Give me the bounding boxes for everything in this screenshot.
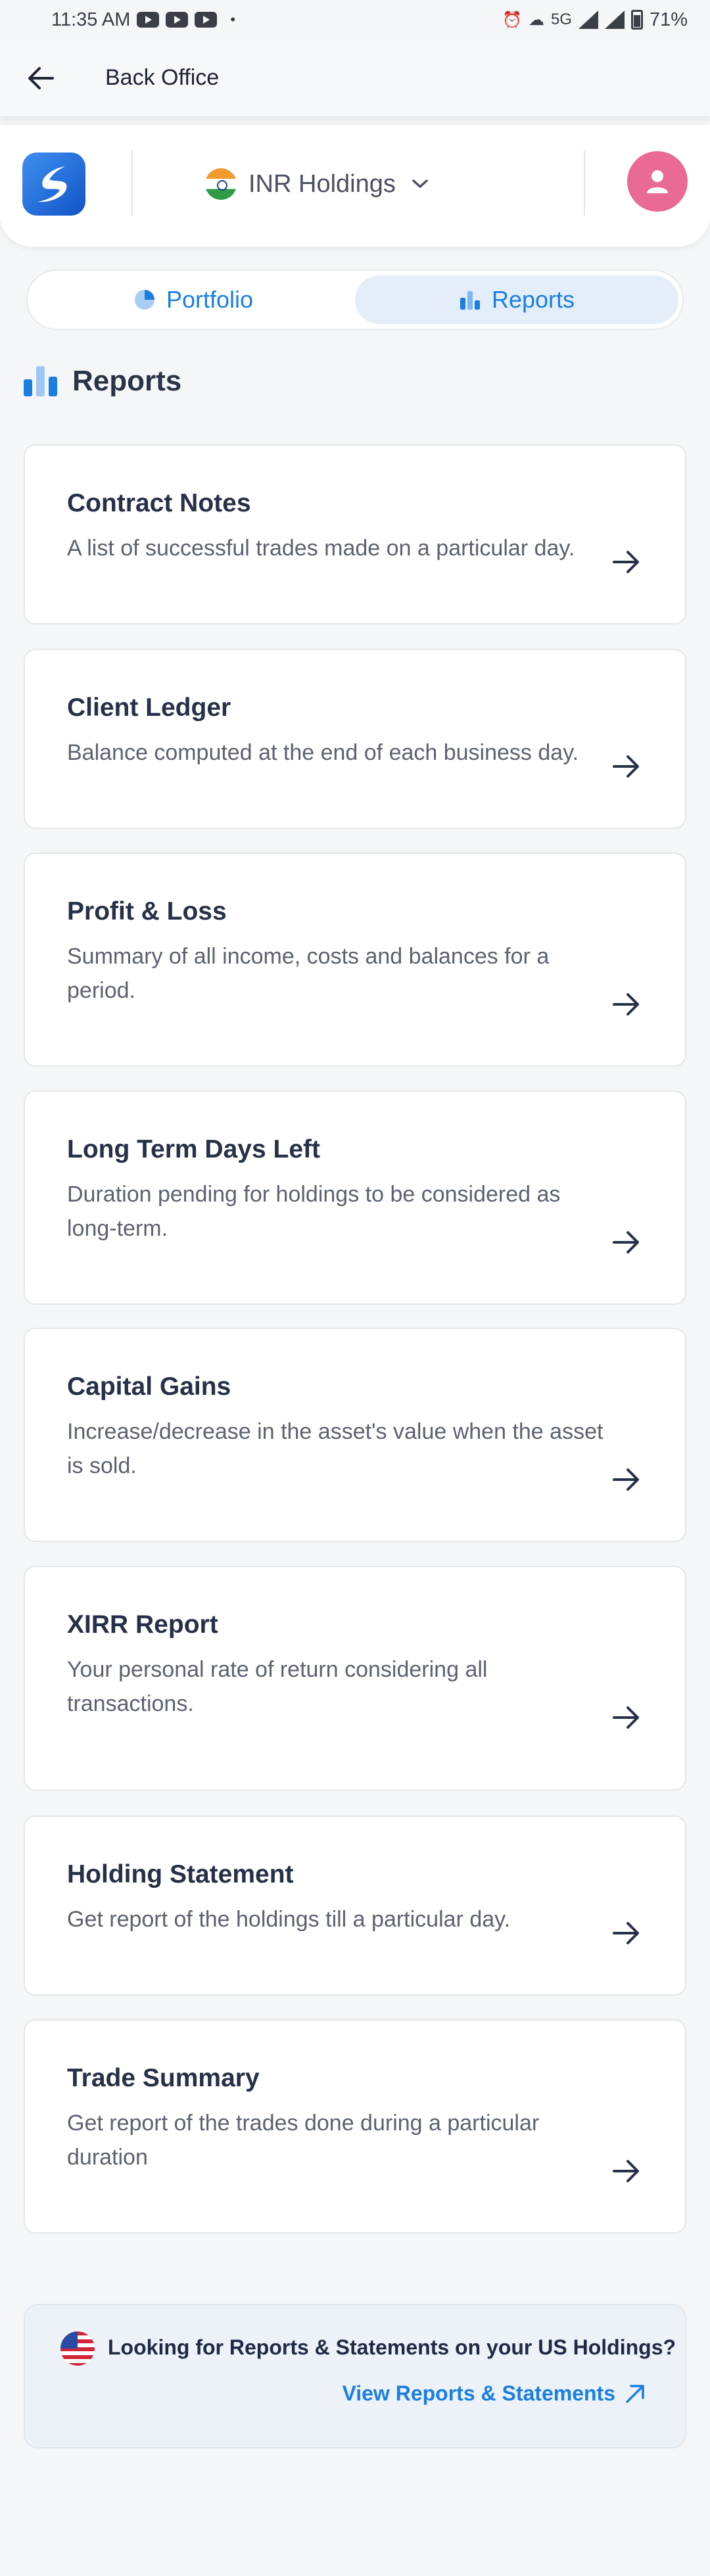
section-heading: Reports [24, 365, 181, 398]
header-divider [131, 150, 133, 216]
bar-chart-icon [460, 291, 480, 310]
alarm-icon: ⏰ [502, 11, 522, 29]
report-title: Long Term Days Left [67, 1135, 320, 1163]
holdings-label: INR Holdings [248, 170, 396, 198]
report-title: Trade Summary [67, 2064, 260, 2092]
tab-label: Portfolio [166, 286, 254, 313]
tab-portfolio[interactable]: Portfolio [32, 275, 355, 324]
arrow-right-icon [613, 993, 639, 1016]
report-title: Capital Gains [67, 1372, 231, 1401]
us-flag-icon [60, 2331, 95, 2366]
youtube-notification-icon [166, 12, 189, 28]
report-card-profit-loss[interactable]: Profit & Loss Summary of all income, cos… [24, 853, 686, 1067]
arrow-right-icon [613, 1468, 639, 1491]
network-type-label: 5G [550, 11, 572, 28]
report-card-client-ledger[interactable]: Client Ledger Balance computed at the en… [24, 649, 686, 829]
us-holdings-banner: Looking for Reports & Statements on your… [24, 2304, 686, 2448]
youtube-notification-icon [137, 12, 160, 28]
report-card-trade-summary[interactable]: Trade Summary Get report of the trades d… [24, 2019, 686, 2234]
status-time: 11:35 AM [51, 9, 131, 30]
arrow-right-icon [613, 755, 639, 778]
report-description: Get report of the trades done during a p… [67, 2111, 540, 2170]
header-card: INR Holdings [0, 125, 710, 246]
report-title: Contract Notes [67, 489, 251, 517]
report-description: Duration pending for holdings to be cons… [67, 1182, 561, 1241]
battery-level: 71% [649, 9, 688, 30]
holdings-dropdown[interactable]: INR Holdings [205, 163, 429, 205]
back-arrow-icon[interactable] [21, 59, 60, 98]
arrow-right-icon [613, 1706, 639, 1729]
report-card-holding-statement[interactable]: Holding Statement Get report of the hold… [24, 1815, 686, 1996]
signal-strength-icon [578, 11, 598, 29]
report-title: XIRR Report [67, 1610, 218, 1639]
india-flag-icon [205, 168, 237, 200]
arrow-right-icon [613, 551, 639, 573]
tab-reports[interactable]: Reports [355, 275, 678, 324]
us-banner-text: Looking for Reports & Statements on your… [108, 2335, 676, 2359]
report-card-long-term-days-left[interactable]: Long Term Days Left Duration pending for… [24, 1090, 686, 1305]
chevron-down-icon [412, 179, 428, 188]
tab-bar: Portfolio Reports [26, 269, 684, 330]
youtube-notification-icon [195, 12, 218, 28]
bar-chart-icon [24, 366, 57, 396]
status-bar: 11:35 AM • ⏰ ☁ 5G 71% [0, 0, 710, 39]
signal-strength-icon [604, 11, 625, 29]
report-description: Get report of the holdings till a partic… [67, 1907, 511, 1932]
report-description: Balance computed at the end of each busi… [67, 740, 579, 765]
page: 11:35 AM • ⏰ ☁ 5G 71% Back Office INR Ho… [0, 0, 710, 2576]
report-description: A list of successful trades made on a pa… [67, 536, 575, 561]
section-title: Reports [72, 365, 182, 397]
arrow-right-icon [613, 1922, 639, 1944]
view-reports-statements-link[interactable]: View Reports & Statements [342, 2381, 646, 2406]
report-card-capital-gains[interactable]: Capital Gains Increase/decrease in the a… [24, 1328, 686, 1542]
report-description: Increase/decrease in the asset's value w… [67, 1419, 604, 1478]
report-card-xirr-report[interactable]: XIRR Report Your personal rate of return… [24, 1566, 686, 1791]
report-title: Client Ledger [67, 693, 231, 722]
header-divider [584, 150, 585, 216]
page-title: Back Office [105, 65, 220, 90]
arrow-up-right-icon [626, 2384, 644, 2403]
report-description: Your personal rate of return considering… [67, 1657, 488, 1716]
pie-chart-icon [134, 290, 154, 310]
report-card-contract-notes[interactable]: Contract Notes A list of successful trad… [24, 444, 686, 624]
report-title: Profit & Loss [67, 897, 227, 925]
user-avatar-icon[interactable] [627, 151, 688, 212]
app-bar: Back Office [0, 39, 710, 117]
more-notifications-dot-icon: • [230, 11, 236, 28]
status-right: ⏰ ☁ 5G 71% [502, 9, 688, 31]
report-description: Summary of all income, costs and balance… [67, 944, 550, 1003]
battery-icon [630, 10, 643, 30]
status-left: 11:35 AM • [51, 9, 235, 31]
app-logo-icon[interactable] [22, 152, 85, 216]
tab-label: Reports [491, 286, 575, 313]
arrow-right-icon [613, 2160, 639, 2182]
report-title: Holding Statement [67, 1860, 294, 1888]
volte-icon: ☁ [528, 11, 544, 29]
link-label: View Reports & Statements [342, 2381, 615, 2405]
arrow-right-icon [613, 1231, 639, 1253]
